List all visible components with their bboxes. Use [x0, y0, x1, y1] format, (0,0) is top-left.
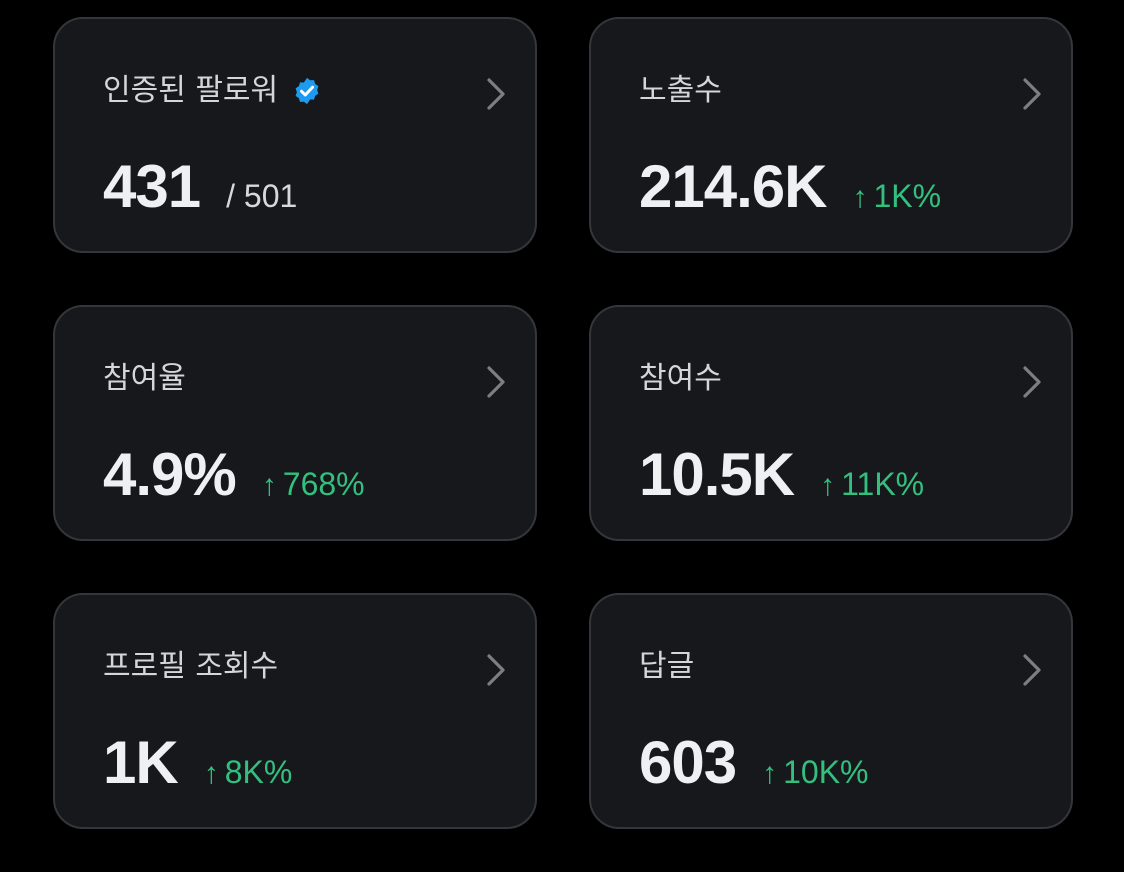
chevron-right-icon — [487, 78, 505, 110]
arrow-up-icon: ↑ — [261, 469, 277, 502]
arrow-up-icon: ↑ — [762, 757, 778, 790]
change-percent: 1K% — [873, 178, 942, 214]
card-label: 참여율 — [103, 361, 186, 396]
metric-value: 4.9% — [103, 441, 237, 508]
metric-change: ↑ 768% — [262, 466, 365, 503]
card-label: 노출수 — [639, 73, 722, 108]
card-header: 답글 — [639, 649, 694, 685]
card-header: 참여율 — [103, 361, 186, 397]
metric-row: 1K ↑ 8K% — [103, 731, 292, 795]
chevron-right-icon — [487, 366, 505, 398]
card-engagement-rate[interactable]: 참여율 4.9% ↑ 768% — [53, 305, 537, 541]
change-percent: 11K% — [841, 466, 925, 502]
card-header: 인증된 팔로워 — [103, 73, 322, 109]
metric-value: 603 — [639, 729, 737, 796]
metric-row: 10.5K ↑ 11K% — [639, 443, 924, 507]
card-label: 참여수 — [639, 361, 722, 396]
card-header: 노출수 — [639, 73, 722, 109]
card-verified-followers[interactable]: 인증된 팔로워 431 / 501 — [53, 17, 537, 253]
metric-change: ↑ 11K% — [820, 466, 924, 503]
arrow-up-icon: ↑ — [203, 757, 219, 790]
metric-change: ↑ 1K% — [852, 178, 941, 215]
card-impressions[interactable]: 노출수 214.6K ↑ 1K% — [589, 17, 1073, 253]
metric-row: 214.6K ↑ 1K% — [639, 155, 941, 219]
card-engagements[interactable]: 참여수 10.5K ↑ 11K% — [589, 305, 1073, 541]
card-profile-visits[interactable]: 프로필 조회수 1K ↑ 8K% — [53, 593, 537, 829]
change-percent: 8K% — [224, 754, 293, 790]
metric-change: ↑ 10K% — [762, 754, 868, 791]
chevron-right-icon — [1023, 366, 1041, 398]
chevron-right-icon — [487, 654, 505, 686]
card-header: 참여수 — [639, 361, 722, 397]
metric-row: 4.9% ↑ 768% — [103, 443, 365, 507]
verified-badge-icon — [295, 77, 319, 105]
metric-row: 603 ↑ 10K% — [639, 731, 869, 795]
metric-row: 431 / 501 — [103, 155, 297, 219]
arrow-up-icon: ↑ — [852, 181, 868, 214]
card-label: 인증된 팔로워 — [103, 73, 279, 108]
change-percent: 768% — [282, 466, 365, 502]
metric-value: 431 — [103, 153, 201, 220]
card-replies[interactable]: 답글 603 ↑ 10K% — [589, 593, 1073, 829]
metric-total: / 501 — [226, 178, 298, 214]
card-label: 답글 — [639, 649, 695, 684]
metric-change: ↑ 8K% — [204, 754, 293, 791]
card-header: 프로필 조회수 — [103, 649, 278, 685]
metric-value: 1K — [103, 729, 179, 796]
arrow-up-icon: ↑ — [820, 469, 836, 502]
metric-value: 10.5K — [639, 441, 795, 508]
change-percent: 10K% — [783, 754, 869, 790]
chevron-right-icon — [1023, 654, 1041, 686]
metric-value: 214.6K — [639, 153, 827, 220]
card-label: 프로필 조회수 — [103, 649, 279, 684]
chevron-right-icon — [1023, 78, 1041, 110]
